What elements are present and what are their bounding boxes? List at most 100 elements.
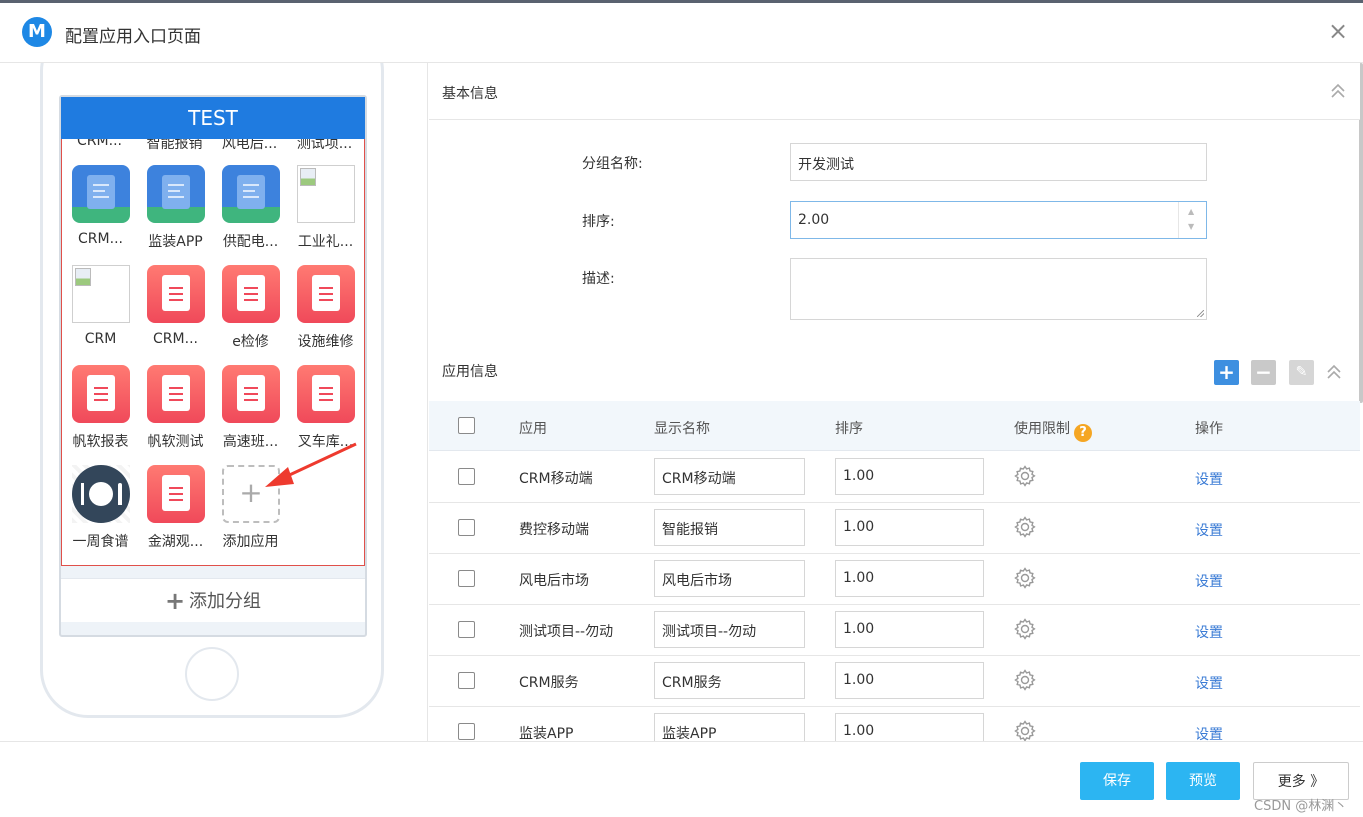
app-label: 监装APP: [148, 234, 203, 250]
app-tile[interactable]: CRM...: [138, 265, 213, 365]
app-label: CRM: [84, 331, 117, 347]
order-input[interactable]: 1.00: [835, 713, 984, 741]
app-label: 测试项...: [296, 139, 353, 152]
col-restriction-label: 使用限制: [1014, 421, 1070, 437]
gear-icon[interactable]: [1013, 464, 1037, 488]
row-checkbox[interactable]: [458, 570, 475, 587]
settings-link[interactable]: 设置: [1195, 673, 1223, 693]
gear-icon[interactable]: [1013, 515, 1037, 539]
display-name-input[interactable]: 风电后市场: [654, 560, 805, 597]
desc-textarea[interactable]: [790, 258, 1207, 320]
app-tile[interactable]: 叉车库...: [288, 365, 363, 465]
order-input[interactable]: 1.00: [835, 611, 984, 648]
app-tile[interactable]: 监装APP: [138, 165, 213, 265]
group-title[interactable]: TEST: [61, 97, 365, 139]
order-spinner[interactable]: ▲ ▼: [1178, 202, 1206, 238]
app-tile[interactable]: CRM: [63, 265, 138, 365]
order-input[interactable]: 1.00: [835, 458, 984, 495]
save-button[interactable]: 保存: [1080, 762, 1154, 800]
app-name: 风电后市场: [519, 573, 589, 589]
order-input[interactable]: 2.00 ▲ ▼: [790, 201, 1207, 239]
group-name-input[interactable]: 开发测试: [790, 143, 1207, 181]
app-name: 监装APP: [519, 726, 574, 741]
app-tile[interactable]: 供配电...: [213, 165, 288, 265]
group-name-label: 分组名称:: [582, 156, 643, 172]
collapse-apps-icon[interactable]: [1326, 364, 1342, 380]
gear-icon[interactable]: [1013, 617, 1037, 641]
broken-image-icon: [297, 165, 355, 223]
spin-up-icon[interactable]: ▲: [1188, 207, 1194, 216]
table-row: CRM移动端 CRM移动端 1.00 设置: [429, 452, 1360, 503]
app-label: 智能报销: [146, 139, 203, 152]
add-app-button[interactable]: + 添加应用: [213, 465, 288, 565]
gear-icon[interactable]: [1013, 719, 1037, 741]
add-group-button[interactable]: + 添加分组: [61, 578, 365, 622]
row-checkbox[interactable]: [458, 519, 475, 536]
app-tile[interactable]: 工业礼...: [288, 165, 363, 265]
app-tile[interactable]: 帆软报表: [63, 365, 138, 465]
spin-down-icon[interactable]: ▼: [1188, 222, 1194, 231]
app-name: CRM服务: [519, 675, 579, 691]
doc-blue-icon: [222, 165, 280, 223]
home-button: [185, 647, 239, 701]
doc-blue-icon: [147, 165, 205, 223]
preview-button[interactable]: 预览: [1166, 762, 1240, 800]
close-icon[interactable]: ×: [1328, 17, 1348, 45]
app-tile[interactable]: 一周食谱: [63, 465, 138, 565]
settings-link[interactable]: 设置: [1195, 520, 1223, 540]
table-row: 费控移动端 智能报销 1.00 设置: [429, 503, 1360, 554]
app-tile[interactable]: e检修: [213, 265, 288, 365]
app-tile[interactable]: 设施维修: [288, 265, 363, 365]
row-checkbox[interactable]: [458, 468, 475, 485]
plus-icon: +: [164, 587, 186, 615]
settings-link[interactable]: 设置: [1195, 571, 1223, 591]
desc-label: 描述:: [582, 271, 615, 287]
settings-link[interactable]: 设置: [1195, 724, 1223, 741]
phone-preview-pane: TEST CRM... 智能报销 风电后... 测试项... CRM... 监装APP 供配…: [0, 63, 428, 741]
doc-red-icon: [297, 265, 355, 323]
display-name-input[interactable]: CRM服务: [654, 662, 805, 699]
dialog-title: 配置应用入口页面: [65, 27, 201, 47]
help-icon[interactable]: ?: [1074, 424, 1092, 442]
doc-red-icon: [222, 365, 280, 423]
table-row: 风电后市场 风电后市场 1.00 设置: [429, 554, 1360, 605]
table-header: 应用 显示名称 排序 使用限制? 操作: [429, 401, 1360, 451]
remove-row-button[interactable]: −: [1251, 360, 1276, 385]
add-row-button[interactable]: +: [1214, 360, 1239, 385]
watermark: CSDN @林渊丶: [1254, 799, 1348, 814]
select-all-checkbox[interactable]: [458, 417, 475, 434]
col-restriction: 使用限制?: [1014, 418, 1092, 442]
col-action: 操作: [1195, 421, 1223, 437]
dialog-header: M 配置应用入口页面 ×: [0, 3, 1363, 63]
order-input[interactable]: 1.00: [835, 662, 984, 699]
settings-link[interactable]: 设置: [1195, 622, 1223, 642]
dialog-footer: 保存 预览 更多 》 CSDN @林渊丶: [0, 741, 1363, 817]
settings-link[interactable]: 设置: [1195, 469, 1223, 489]
order-input[interactable]: 1.00: [835, 509, 984, 546]
app-info-title: 应用信息: [442, 364, 498, 380]
app-tile[interactable]: 帆软测试: [138, 365, 213, 465]
gear-icon[interactable]: [1013, 668, 1037, 692]
app-label: 工业礼...: [297, 234, 354, 250]
app-label: e检修: [232, 334, 269, 350]
app-name: 费控移动端: [519, 522, 589, 538]
display-name-input[interactable]: 监装APP: [654, 713, 805, 741]
app-label: 设施维修: [297, 334, 354, 350]
order-input[interactable]: 1.00: [835, 560, 984, 597]
gear-icon[interactable]: [1013, 566, 1037, 590]
doc-red-icon: [297, 365, 355, 423]
app-tile[interactable]: 金湖观...: [138, 465, 213, 565]
add-app-icon: +: [222, 465, 280, 523]
app-label: 帆软报表: [72, 434, 129, 450]
row-checkbox[interactable]: [458, 723, 475, 740]
row-checkbox[interactable]: [458, 621, 475, 638]
config-dialog: M 配置应用入口页面 × TEST CRM... 智能报销 风电后... 测试项...…: [0, 3, 1363, 817]
app-tile[interactable]: 高速班...: [213, 365, 288, 465]
display-name-input[interactable]: 智能报销: [654, 509, 805, 546]
display-name-input[interactable]: 测试项目--勿动: [654, 611, 805, 648]
display-name-input[interactable]: CRM移动端: [654, 458, 805, 495]
collapse-icon[interactable]: [1330, 83, 1346, 99]
app-tile[interactable]: CRM...: [63, 165, 138, 265]
row-checkbox[interactable]: [458, 672, 475, 689]
edit-icon[interactable]: ✎: [1289, 360, 1314, 385]
